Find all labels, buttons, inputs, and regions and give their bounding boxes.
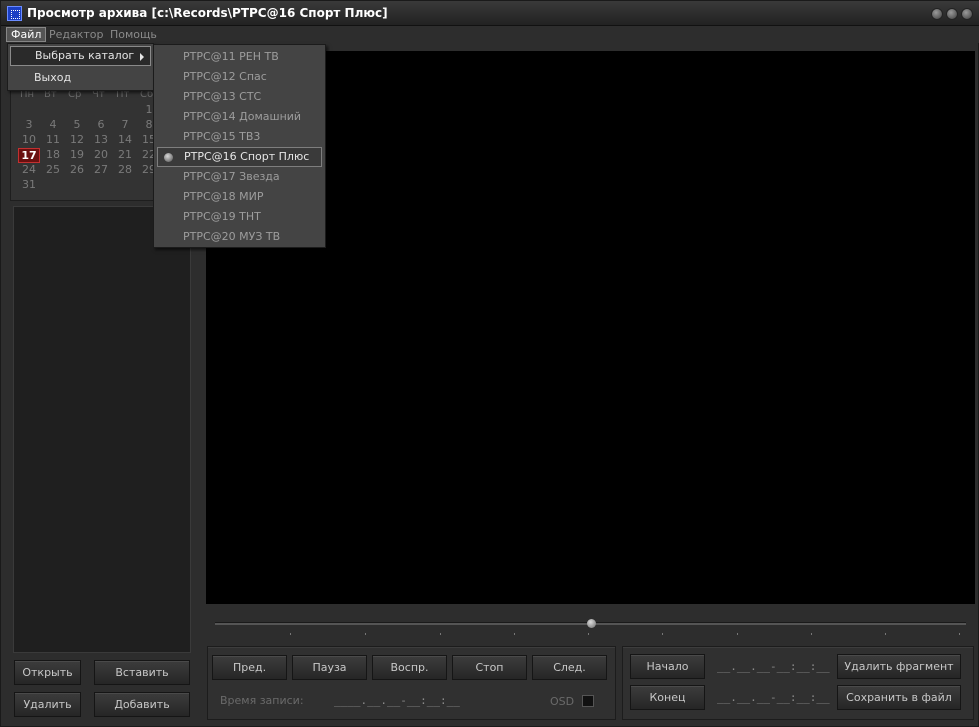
radio-selected-icon — [164, 153, 173, 162]
seek-tick — [811, 633, 812, 635]
seek-tick — [662, 633, 663, 635]
seek-tick — [440, 633, 441, 635]
menu-item-label: Выход — [34, 71, 72, 84]
save-to-file-button[interactable]: Сохранить в файл — [837, 685, 961, 710]
stop-button[interactable]: Стоп — [452, 655, 527, 680]
submenu-arrow-icon — [140, 53, 144, 61]
calendar-day[interactable]: 25 — [42, 163, 64, 176]
calendar-day[interactable]: 21 — [114, 148, 136, 161]
calendar-day[interactable]: 12 — [66, 133, 88, 146]
menu-item-choose-catalog[interactable]: Выбрать каталог — [10, 46, 151, 66]
catalog-item-label: РТРС@19 ТНТ — [183, 210, 261, 223]
calendar-day[interactable]: 18 — [42, 148, 64, 161]
calendar-day[interactable]: 3 — [18, 118, 40, 131]
delete-fragment-button[interactable]: Удалить фрагмент — [837, 654, 961, 679]
catalog-item[interactable]: РТРС@14 Домашний — [157, 107, 322, 127]
calendar-day[interactable]: 14 — [114, 133, 136, 146]
calendar-day-today[interactable]: 17 — [18, 148, 40, 163]
calendar-day[interactable]: 28 — [114, 163, 136, 176]
minimize-icon[interactable] — [931, 8, 943, 20]
seek-slider[interactable] — [215, 619, 966, 628]
end-time-field: __.__.__-__:__:__ — [717, 691, 830, 704]
file-menu: Выбрать каталог Выход — [7, 43, 154, 91]
calendar-day[interactable]: 6 — [90, 118, 112, 131]
catalog-item-label: РТРС@13 СТС — [183, 90, 262, 103]
catalog-submenu: РТРС@11 РЕН ТВ РТРС@12 Спас РТРС@13 СТС РТР… — [153, 44, 326, 248]
catalog-item-label: РТРС@12 Спас — [183, 70, 267, 83]
start-time-field: __.__.__-__:__:__ — [717, 660, 830, 673]
title-bar: Просмотр архива [c:\Records\РТРС@16 Спор… — [1, 1, 979, 26]
app-icon — [7, 6, 22, 21]
record-time-label: Время записи: — [220, 694, 304, 707]
calendar-day[interactable]: 24 — [18, 163, 40, 176]
seek-tick — [514, 633, 515, 635]
menu-bar: Файл Редактор Помощь — [1, 26, 979, 43]
catalog-item[interactable]: РТРС@11 РЕН ТВ — [157, 47, 322, 67]
insert-button[interactable]: Вставить — [94, 660, 190, 685]
close-icon[interactable] — [961, 8, 973, 20]
calendar-day[interactable]: 4 — [42, 118, 64, 131]
calendar-day[interactable]: 20 — [90, 148, 112, 161]
catalog-item[interactable]: РТРС@17 Звезда — [157, 167, 322, 187]
add-button[interactable]: Добавить — [94, 692, 190, 717]
seek-tick — [588, 633, 589, 635]
prev-button[interactable]: Пред. — [212, 655, 287, 680]
calendar-day[interactable]: 26 — [66, 163, 88, 176]
catalog-item[interactable]: РТРС@15 ТВ3 — [157, 127, 322, 147]
open-button[interactable]: Открыть — [14, 660, 81, 685]
seek-tick — [737, 633, 738, 635]
play-button[interactable]: Воспр. — [372, 655, 447, 680]
record-time-field: ____.__.__-__:__:__ — [334, 694, 460, 707]
end-button[interactable]: Конец — [630, 685, 705, 710]
window-title: Просмотр архива [c:\Records\РТРС@16 Спор… — [27, 6, 388, 20]
catalog-item[interactable]: РТРС@18 МИР — [157, 187, 322, 207]
menu-file[interactable]: Файл — [6, 27, 47, 42]
start-button[interactable]: Начало — [630, 654, 705, 679]
calendar-day[interactable]: 27 — [90, 163, 112, 176]
next-button[interactable]: След. — [532, 655, 607, 680]
calendar-day[interactable]: 7 — [114, 118, 136, 131]
recordings-list[interactable] — [13, 206, 191, 653]
catalog-item[interactable]: РТРС@16 Спорт Плюс — [157, 147, 322, 167]
delete-button[interactable]: Удалить — [14, 692, 81, 717]
seek-tick — [885, 633, 886, 635]
seek-tick — [365, 633, 366, 635]
archive-viewer-window: Просмотр архива [c:\Records\РТРС@16 Спор… — [0, 0, 979, 727]
calendar-day[interactable]: 19 — [66, 148, 88, 161]
catalog-item[interactable]: РТРС@13 СТС — [157, 87, 322, 107]
catalog-item-label: РТРС@18 МИР — [183, 190, 264, 203]
pause-button[interactable]: Пауза — [292, 655, 367, 680]
catalog-item[interactable]: РТРС@19 ТНТ — [157, 207, 322, 227]
seek-tick — [959, 633, 960, 635]
catalog-item-label: РТРС@14 Домашний — [183, 110, 302, 123]
seek-thumb[interactable] — [586, 619, 596, 628]
calendar-day[interactable]: 31 — [18, 178, 40, 191]
catalog-item-label: РТРС@16 Спорт Плюс — [184, 150, 310, 163]
catalog-item-label: РТРС@15 ТВ3 — [183, 130, 261, 143]
menu-item-label: Выбрать каталог — [35, 49, 135, 62]
menu-help[interactable]: Помощь — [106, 27, 161, 42]
seek-tick — [290, 633, 291, 635]
menu-editor[interactable]: Редактор — [45, 27, 108, 42]
calendar-day[interactable]: 5 — [66, 118, 88, 131]
catalog-item[interactable]: РТРС@12 Спас — [157, 67, 322, 87]
catalog-item-label: РТРС@11 РЕН ТВ — [183, 50, 279, 63]
osd-label: OSD — [550, 695, 575, 708]
calendar-day[interactable]: 13 — [90, 133, 112, 146]
catalog-item-label: РТРС@17 Звезда — [183, 170, 280, 183]
catalog-item[interactable]: РТРС@20 МУЗ ТВ — [157, 227, 322, 247]
menu-item-exit[interactable]: Выход — [10, 68, 151, 88]
catalog-item-label: РТРС@20 МУЗ ТВ — [183, 230, 281, 243]
calendar-day[interactable]: 10 — [18, 133, 40, 146]
maximize-icon[interactable] — [946, 8, 958, 20]
osd-checkbox[interactable] — [582, 695, 594, 707]
calendar-day[interactable]: 11 — [42, 133, 64, 146]
